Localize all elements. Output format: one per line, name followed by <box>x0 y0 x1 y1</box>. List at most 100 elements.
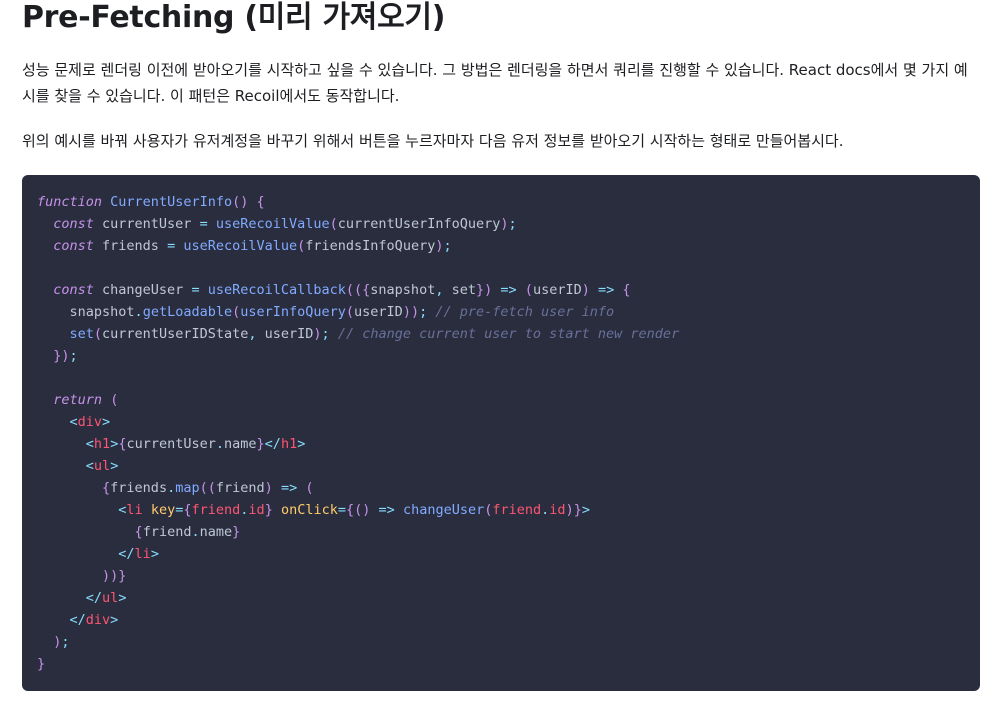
code-token-punctuation: ) <box>581 282 590 298</box>
code-line: const changeUser = useRecoilCallback(({s… <box>37 279 980 301</box>
code-token-punctuation: (( <box>199 480 216 496</box>
code-token-operator: = <box>191 282 200 298</box>
code-line: set(currentUserIDState, userID); // chan… <box>37 323 980 345</box>
code-token-operator: ; <box>321 326 330 342</box>
code-token-tag: id <box>549 502 566 518</box>
code-token-operator: ; <box>508 216 517 232</box>
code-token-identifier: userID <box>532 282 582 298</box>
code-line: <li key={friend.id} onClick={() => chang… <box>37 499 980 521</box>
code-token-function-name: set <box>69 326 94 342</box>
code-token-identifier <box>37 524 135 540</box>
code-token-operator: = <box>337 502 347 518</box>
code-token-identifier: changeUser <box>93 282 192 298</box>
code-token-identifier <box>37 568 102 584</box>
code-token-operator: > <box>110 612 119 628</box>
code-token-operator: < <box>69 414 78 430</box>
code-token-function-name: CurrentUserInfo <box>110 194 233 210</box>
code-line: const friends = useRecoilValue(friendsIn… <box>37 235 980 257</box>
code-token-function-name: useRecoilValue <box>183 238 298 254</box>
code-token-identifier: userID <box>256 326 314 342</box>
code-token-punctuation: }) <box>53 348 70 364</box>
code-token-identifier <box>37 414 70 430</box>
code-token-operator: , <box>248 326 257 342</box>
code-token-identifier: friend <box>142 524 192 540</box>
code-token-keyword: return <box>53 392 103 408</box>
code-token-punctuation: }) <box>475 282 493 298</box>
code-token-punctuation: ( <box>305 480 314 496</box>
code-token-punctuation: } <box>232 524 241 540</box>
code-token-punctuation: ) <box>313 326 322 342</box>
code-token-punctuation: ) <box>500 216 509 232</box>
code-token-tag: ul <box>102 590 119 606</box>
code-token-tag: div <box>77 414 103 430</box>
example-paragraph: 위의 예시를 바꿔 사용자가 유저계정을 바꾸기 위해서 버튼을 누르자마자 다… <box>22 132 844 150</box>
code-line: {friends.map((friend) => ( <box>37 477 980 499</box>
code-token-tag: ul <box>93 458 111 474</box>
code-token-punctuation: ( <box>232 304 241 320</box>
code-token-tag: li <box>134 546 151 562</box>
code-token-operator: < <box>85 436 94 452</box>
code-token-punctuation: { <box>183 502 192 518</box>
code-token-function-name: map <box>175 480 200 496</box>
code-token-identifier: set <box>443 282 476 298</box>
code-token-identifier <box>37 238 53 254</box>
code-token-identifier: snapshot <box>37 304 135 320</box>
code-token-operator: </ <box>69 612 86 628</box>
code-token-tag: friend <box>492 502 542 518</box>
code-token-operator: => <box>500 282 517 298</box>
code-token-function-name: useRecoilCallback <box>207 282 346 298</box>
code-token-comment: // pre-fetch user info <box>435 304 615 320</box>
code-token-punctuation: } <box>37 656 46 672</box>
code-token-tag: h1 <box>280 436 298 452</box>
code-token-function-name: userInfoQuery <box>240 304 346 320</box>
code-token-operator: > <box>110 458 119 474</box>
code-token-identifier: currentUser <box>126 436 216 452</box>
code-token-operator: . <box>215 436 225 452</box>
code-token-comment: // change current user to start new rend… <box>337 326 680 342</box>
page-title: Pre-Fetching (미리 가져오기) <box>22 0 446 35</box>
code-token-operator: => <box>598 282 615 298</box>
code-token-operator: > <box>150 546 159 562</box>
code-token-operator: ; <box>61 634 70 650</box>
code-token-identifier: currentUserInfoQuery <box>337 216 501 232</box>
intro-paragraph: 성능 문제로 렌더링 이전에 받아오기를 시작하고 싶을 수 있습니다. 그 방… <box>22 61 968 105</box>
code-line: </li> <box>37 543 980 565</box>
code-token-punctuation: ( <box>524 282 533 298</box>
code-token-identifier: currentUserIDState <box>102 326 249 342</box>
code-token-identifier <box>517 282 525 298</box>
code-token-identifier <box>143 502 151 518</box>
code-token-keyword: function <box>37 194 103 210</box>
code-token-operator: ; <box>443 238 452 254</box>
code-line: <h1>{currentUser.name}</h1> <box>37 433 980 455</box>
code-token-identifier <box>37 326 70 342</box>
code-line: }); <box>37 345 980 367</box>
code-token-operator: > <box>102 414 111 430</box>
code-token-punctuation: (({ <box>345 282 371 298</box>
code-token-identifier <box>590 282 598 298</box>
code-token-operator: > <box>581 502 590 518</box>
code-line: snapshot.getLoadable(userInfoQuery(userI… <box>37 301 980 323</box>
code-token-keyword: const <box>53 238 94 254</box>
code-token-operator: . <box>134 304 143 320</box>
code-line: </ul> <box>37 587 980 609</box>
code-token-identifier <box>37 502 118 518</box>
code-token-operator: </ <box>85 590 103 606</box>
code-token-identifier: friend <box>215 480 265 496</box>
code-token-identifier: currentUser <box>93 216 200 232</box>
code-token-operator: < <box>85 458 94 474</box>
code-token-identifier <box>37 348 53 364</box>
code-block[interactable]: function CurrentUserInfo() { const curre… <box>22 175 980 691</box>
code-token-attribute: key <box>150 502 176 518</box>
code-token-identifier <box>37 634 53 650</box>
code-token-identifier <box>273 502 281 518</box>
code-token-identifier <box>37 436 86 452</box>
code-line: ); <box>37 631 980 653</box>
code-token-punctuation: ) <box>264 480 273 496</box>
code-token-tag: id <box>248 502 265 518</box>
code-content[interactable]: function CurrentUserInfo() { const curre… <box>37 191 980 675</box>
code-token-identifier <box>248 194 256 210</box>
code-token-identifier: snapshot <box>370 282 436 298</box>
code-token-punctuation: ( <box>110 392 119 408</box>
code-line: function CurrentUserInfo() { <box>37 191 980 213</box>
code-token-function-name: getLoadable <box>142 304 233 320</box>
